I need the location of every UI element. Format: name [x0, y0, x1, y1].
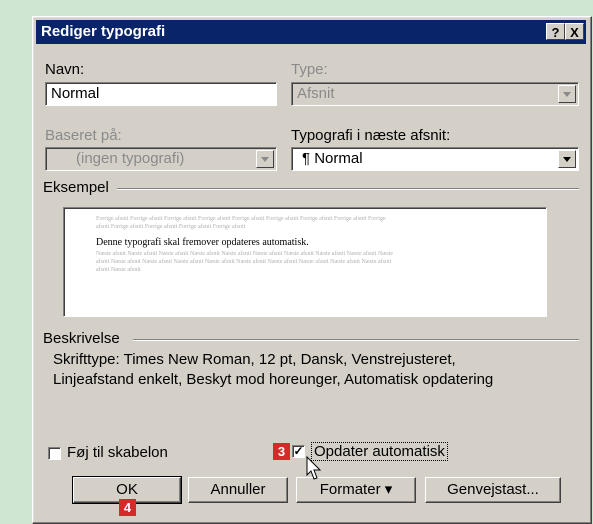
eksempel-label: Eksempel: [43, 179, 109, 196]
cursor-arrow-icon: [306, 456, 322, 480]
preview-next-line-1: Næste afsnit Næste afsnit Næste afsnit N…: [96, 251, 393, 257]
dialog-title: Rediger typografi: [41, 23, 166, 40]
step-4-badge: 4: [119, 499, 136, 516]
beskrivelse-divider: [133, 339, 579, 341]
opdater-label[interactable]: Opdater automatisk: [311, 442, 448, 461]
type-value: Afsnit: [297, 85, 335, 102]
baseret-label: Baseret på:: [45, 127, 122, 144]
chevron-down-icon: [256, 150, 274, 168]
eksempel-divider: [117, 188, 579, 190]
baseret-value: (ingen typografi): [76, 150, 185, 167]
step-3-badge: 3: [273, 443, 290, 460]
preview-main-text: Denne typografi skal fremover opdateres …: [96, 237, 309, 248]
preview-prev-line-1: Forrige afsnit Forrige afsnit Forrige af…: [96, 216, 386, 222]
chevron-down-icon: [558, 85, 576, 103]
opdater-checkbox[interactable]: ✓: [292, 445, 305, 458]
skabelon-label[interactable]: Føj til skabelon: [67, 444, 168, 461]
title-bar: Rediger typografi ? X: [36, 20, 586, 44]
annuller-button[interactable]: Annuller: [188, 477, 288, 503]
preview-prev-line-2: afsnit Forrige afsnit Forrige afsnit For…: [96, 224, 246, 230]
beskrivelse-line-2: Linjeafstand enkelt, Beskyt mod horeunge…: [53, 371, 494, 388]
skabelon-checkbox[interactable]: [48, 447, 61, 460]
rediger-typografi-dialog: Rediger typografi ? X Navn: Normal Type:…: [32, 16, 592, 524]
preview-next-line-2: afsnit Næste afsnit Næste afsnit Næste a…: [96, 259, 392, 265]
naeste-value: ¶ Normal: [302, 150, 363, 167]
type-label: Type:: [291, 61, 328, 78]
baseret-select[interactable]: (ingen typografi): [45, 147, 277, 171]
type-select[interactable]: Afsnit: [291, 82, 579, 106]
beskrivelse-line-1: Skrifttype: Times New Roman, 12 pt, Dans…: [53, 351, 456, 368]
navn-input[interactable]: Normal: [45, 82, 277, 106]
beskrivelse-label: Beskrivelse: [43, 330, 120, 347]
naeste-select[interactable]: ¶ Normal: [291, 147, 579, 171]
naeste-label: Typografi i næste afsnit:: [291, 127, 451, 144]
chevron-down-icon: [558, 150, 576, 168]
preview-next-line-3: afsnit Næste afsnit: [96, 267, 141, 273]
close-button[interactable]: X: [565, 23, 584, 40]
preview-box: Forrige afsnit Forrige afsnit Forrige af…: [63, 207, 547, 317]
help-button[interactable]: ?: [546, 23, 565, 40]
navn-label: Navn:: [45, 61, 85, 78]
genvejstast-button[interactable]: Genvejstast...: [425, 477, 561, 503]
